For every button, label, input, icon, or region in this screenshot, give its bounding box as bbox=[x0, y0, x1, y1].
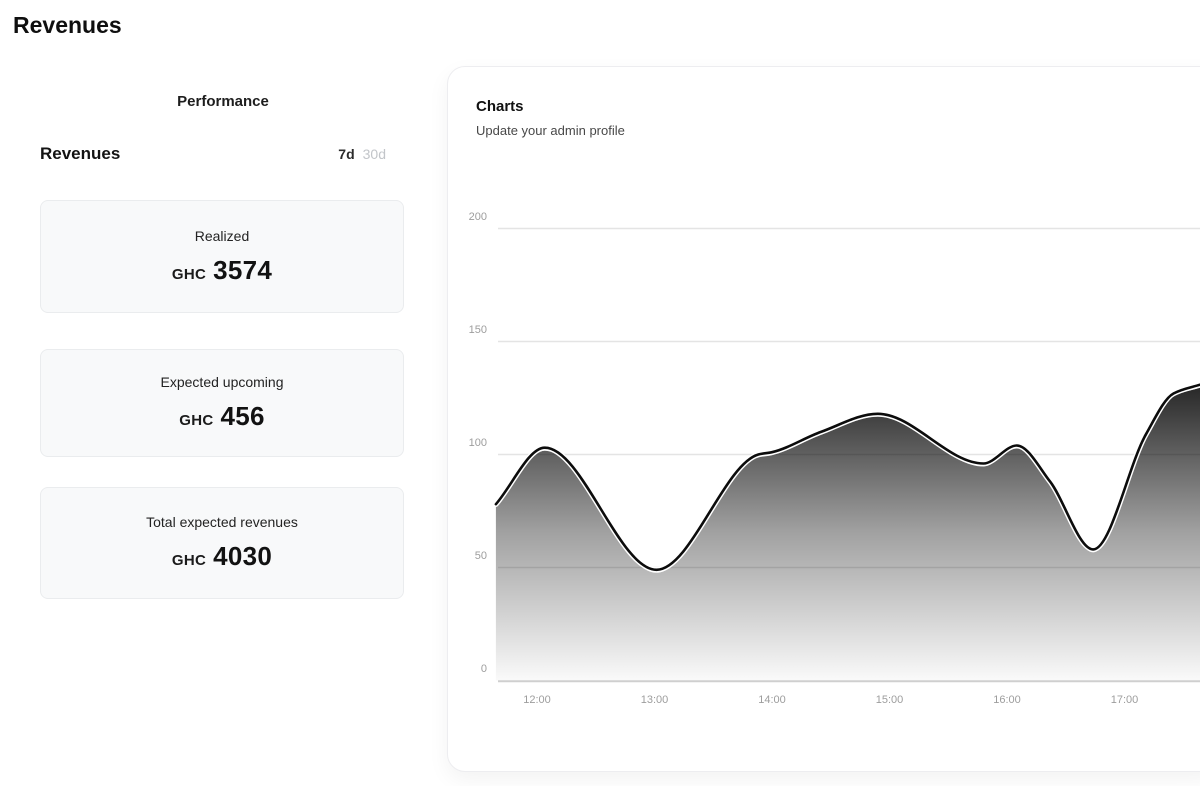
stat-card-realized: Realized GHC 3574 bbox=[40, 200, 404, 313]
revenues-section-row: Revenues 7d 30d bbox=[40, 144, 406, 164]
stat-card-amount: GHC 4030 bbox=[172, 541, 272, 572]
amount-value: 3574 bbox=[213, 255, 272, 286]
stat-card-expected-upcoming: Expected upcoming GHC 456 bbox=[40, 349, 404, 457]
range-option-7d[interactable]: 7d bbox=[338, 146, 354, 162]
y-tick-label: 150 bbox=[448, 323, 487, 337]
x-tick-label: 17:00 bbox=[1103, 693, 1147, 707]
currency-code: GHC bbox=[179, 412, 213, 429]
currency-code: GHC bbox=[172, 552, 206, 569]
stat-card-amount: GHC 456 bbox=[179, 401, 265, 432]
x-tick-label: 12:00 bbox=[515, 693, 559, 707]
amount-value: 456 bbox=[220, 401, 264, 432]
y-tick-label: 0 bbox=[448, 662, 487, 676]
charts-panel: Charts Update your admin profile 0501001… bbox=[447, 66, 1200, 772]
stat-card-label: Expected upcoming bbox=[161, 374, 284, 390]
y-tick-label: 200 bbox=[448, 210, 487, 224]
amount-value: 4030 bbox=[213, 541, 272, 572]
y-tick-label: 50 bbox=[448, 549, 487, 563]
revenues-section-label: Revenues bbox=[40, 144, 120, 164]
stat-card-label: Realized bbox=[195, 228, 249, 244]
y-tick-label: 100 bbox=[448, 436, 487, 450]
stat-card-total-expected: Total expected revenues GHC 4030 bbox=[40, 487, 404, 599]
performance-header: Performance bbox=[40, 93, 406, 110]
range-option-30d[interactable]: 30d bbox=[363, 146, 386, 162]
stat-card-label: Total expected revenues bbox=[146, 514, 298, 530]
page-title: Revenues bbox=[13, 12, 122, 39]
x-tick-label: 13:00 bbox=[633, 693, 677, 707]
x-tick-label: 16:00 bbox=[985, 693, 1029, 707]
x-tick-label: 15:00 bbox=[868, 693, 912, 707]
x-tick-label: 14:00 bbox=[750, 693, 794, 707]
stat-card-amount: GHC 3574 bbox=[172, 255, 272, 286]
range-toggle: 7d 30d bbox=[338, 146, 406, 162]
currency-code: GHC bbox=[172, 266, 206, 283]
chart-plot-area[interactable] bbox=[498, 228, 1200, 681]
revenues-page: Revenues Performance Revenues 7d 30d Rea… bbox=[0, 0, 1200, 786]
